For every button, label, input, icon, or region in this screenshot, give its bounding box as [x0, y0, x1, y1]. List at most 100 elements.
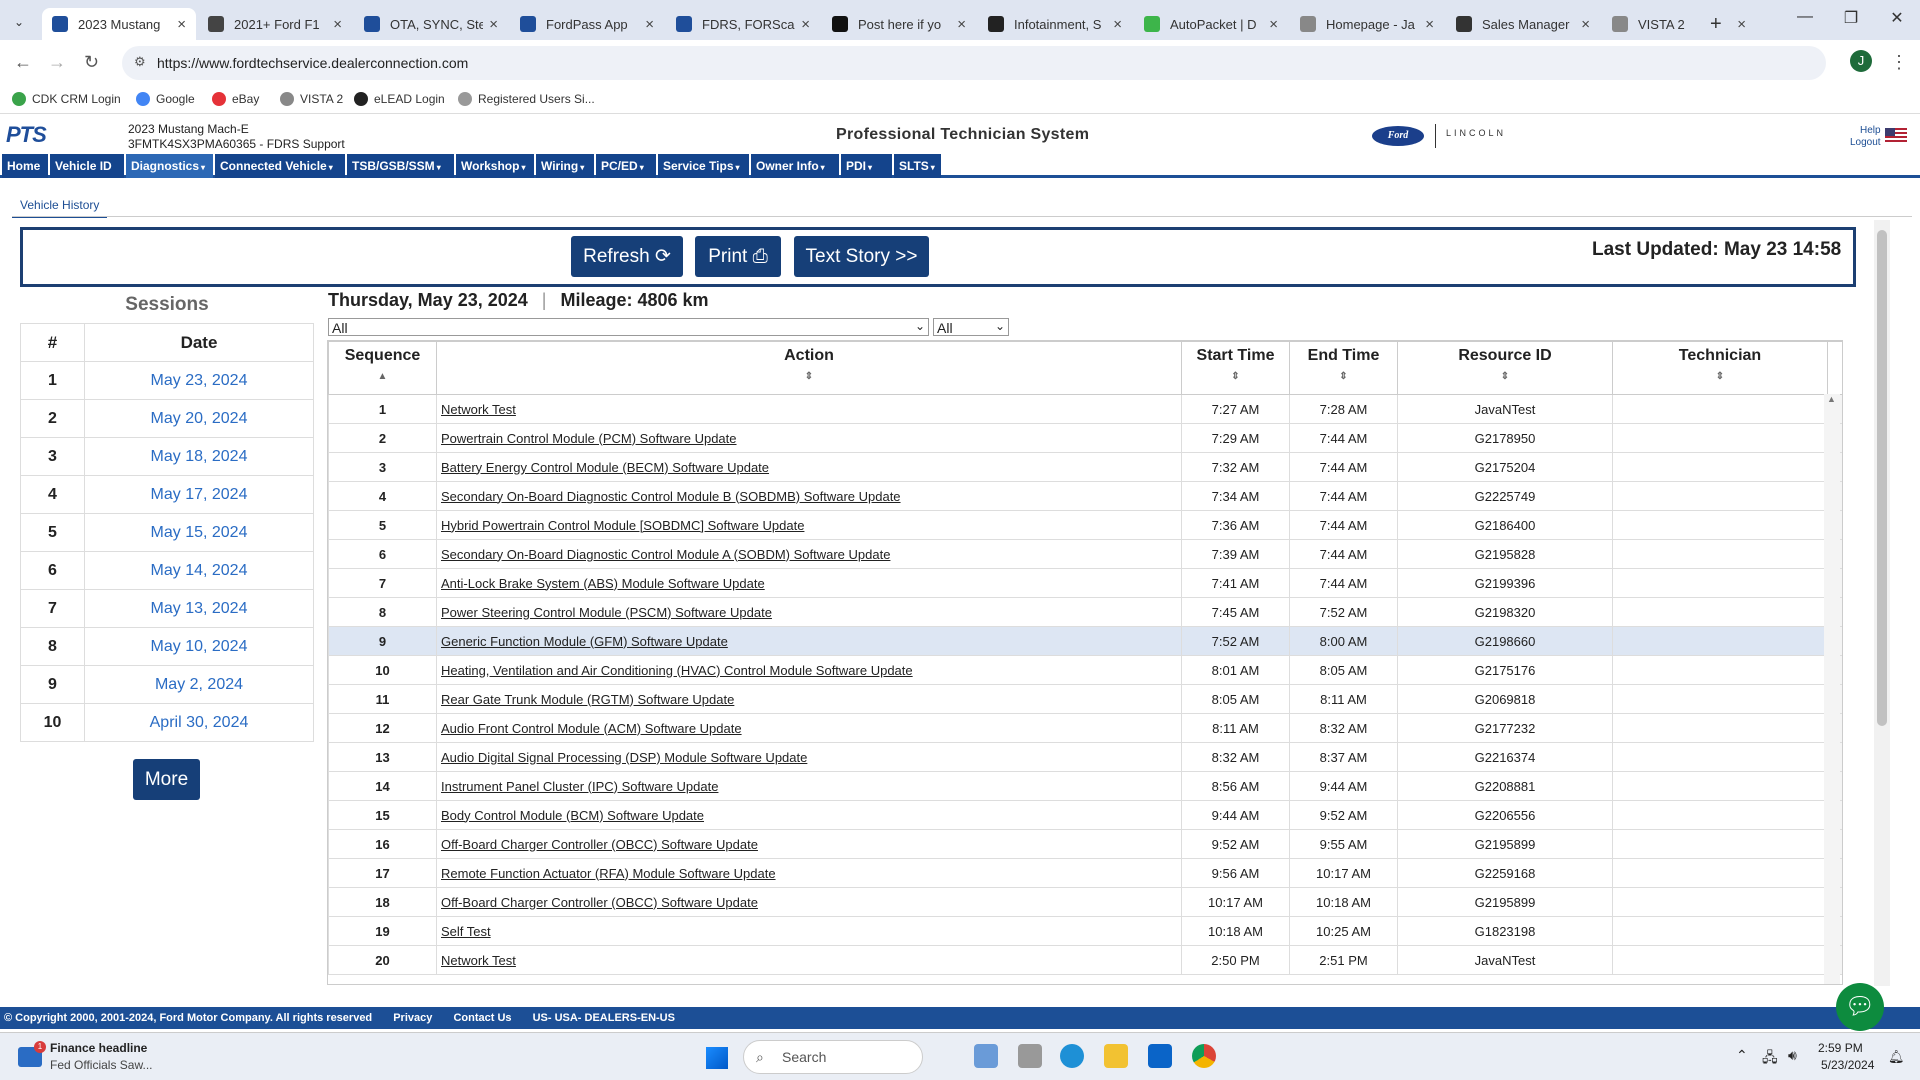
menu-icon[interactable]: ⋮	[1890, 52, 1908, 73]
table-row[interactable]: 20 Network Test 2:50 PM 2:51 PM JavaNTest	[328, 945, 1842, 975]
site-info-icon[interactable]: ⚙	[134, 54, 146, 70]
action-link[interactable]: Heating, Ventilation and Air Conditionin…	[441, 663, 913, 678]
action-link[interactable]: Body Control Module (BCM) Software Updat…	[441, 808, 704, 823]
bookmark-item[interactable]: eLEAD Login	[354, 92, 445, 106]
table-scrollbar[interactable]: ▲	[1824, 394, 1840, 984]
close-icon[interactable]: ×	[645, 16, 654, 33]
sort-icon[interactable]: ⇕	[1613, 371, 1827, 382]
session-date-link[interactable]: May 15, 2024	[84, 513, 314, 552]
session-date-link[interactable]: April 30, 2024	[84, 703, 314, 742]
windows-start-icon[interactable]	[706, 1047, 728, 1069]
table-row[interactable]: 9 Generic Function Module (GFM) Software …	[328, 626, 1842, 656]
table-row[interactable]: 3 Battery Energy Control Module (BECM) So…	[328, 452, 1842, 482]
session-date-link[interactable]: May 18, 2024	[84, 437, 314, 476]
nav-item-slts[interactable]: SLTS ▾	[894, 154, 941, 178]
help-link[interactable]: Help	[1850, 125, 1881, 137]
chat-icon[interactable]: 💬︎	[1836, 983, 1884, 1031]
nav-item-wiring[interactable]: Wiring ▾	[536, 154, 594, 178]
nav-item-home[interactable]: Home	[2, 154, 48, 178]
session-row[interactable]: 6 May 14, 2024	[20, 551, 314, 590]
bookmark-item[interactable]: Registered Users Si...	[458, 92, 595, 106]
table-row[interactable]: 8 Power Steering Control Module (PSCM) So…	[328, 597, 1842, 627]
clock-date[interactable]: 5/23/2024	[1821, 1058, 1874, 1072]
logout-link[interactable]: Logout	[1850, 137, 1881, 149]
page-scrollbar-thumb[interactable]	[1877, 230, 1887, 726]
action-link[interactable]: Secondary On-Board Diagnostic Control Mo…	[441, 547, 890, 562]
action-link[interactable]: Network Test	[441, 402, 516, 417]
col-technician[interactable]: Technician ⇕	[1612, 341, 1828, 395]
action-link[interactable]: Off-Board Charger Controller (OBCC) Soft…	[441, 837, 758, 852]
col-end-time[interactable]: End Time ⇕	[1289, 341, 1398, 395]
nav-item-owner-info[interactable]: Owner Info ▾	[751, 154, 839, 178]
nav-item-workshop[interactable]: Workshop ▾	[456, 154, 534, 178]
browser-tab[interactable]: FDRS, FORScan ×	[666, 8, 820, 40]
action-filter-select[interactable]: All ⌄	[328, 318, 929, 336]
copilot-icon[interactable]	[974, 1044, 998, 1068]
notification-bell-icon[interactable]: 🔔︎	[1888, 1049, 1905, 1065]
volume-icon[interactable]: 🔊︎	[1788, 1047, 1797, 1064]
action-link[interactable]: Instrument Panel Cluster (IPC) Software …	[441, 779, 718, 794]
close-icon[interactable]: ×	[1113, 16, 1122, 33]
clock-time[interactable]: 2:59 PM	[1818, 1041, 1863, 1055]
us-flag-icon[interactable]	[1885, 128, 1907, 143]
browser-tab[interactable]: AutoPacket | D ×	[1134, 8, 1288, 40]
action-link[interactable]: Off-Board Charger Controller (OBCC) Soft…	[441, 895, 758, 910]
session-row[interactable]: 2 May 20, 2024	[20, 399, 314, 438]
browser-tab[interactable]: 2023 Mustang ×	[42, 8, 196, 40]
refresh-button[interactable]: Refresh ⟳	[571, 236, 683, 277]
url-text[interactable]: https://www.fordtechservice.dealerconnec…	[157, 55, 468, 71]
news-subtitle[interactable]: Fed Officials Saw...	[50, 1058, 153, 1072]
action-link[interactable]: Remote Function Actuator (RFA) Module So…	[441, 866, 776, 881]
table-row[interactable]: 13 Audio Digital Signal Processing (DSP) …	[328, 742, 1842, 772]
reload-icon[interactable]: ↻	[84, 52, 99, 73]
session-row[interactable]: 4 May 17, 2024	[20, 475, 314, 514]
nav-item-diagnostics[interactable]: Diagnostics ▾	[126, 154, 213, 178]
close-icon[interactable]: ×	[1581, 16, 1590, 33]
bookmark-item[interactable]: Google	[136, 92, 195, 106]
scroll-up-icon[interactable]: ▲	[1827, 394, 1836, 404]
session-row[interactable]: 5 May 15, 2024	[20, 513, 314, 552]
table-row[interactable]: 2 Powertrain Control Module (PCM) Softwar…	[328, 423, 1842, 453]
action-link[interactable]: Powertrain Control Module (PCM) Software…	[441, 431, 737, 446]
table-row[interactable]: 17 Remote Function Actuator (RFA) Module …	[328, 858, 1842, 888]
table-row[interactable]: 18 Off-Board Charger Controller (OBCC) So…	[328, 887, 1842, 917]
taskbar-search[interactable]: ⌕ Search	[743, 1040, 923, 1074]
session-date-link[interactable]: May 13, 2024	[84, 589, 314, 628]
close-icon[interactable]: ×	[1269, 16, 1278, 33]
nav-item-service-tips[interactable]: Service Tips ▾	[658, 154, 749, 178]
nav-item-tsb-gsb-ssm[interactable]: TSB/GSB/SSM ▾	[347, 154, 454, 178]
nav-item-vehicle-id[interactable]: Vehicle ID	[50, 154, 124, 178]
session-date-link[interactable]: May 17, 2024	[84, 475, 314, 514]
session-date-link[interactable]: May 2, 2024	[84, 665, 314, 704]
table-row[interactable]: 16 Off-Board Charger Controller (OBCC) So…	[328, 829, 1842, 859]
browser-tab[interactable]: 2021+ Ford F1 ×	[198, 8, 352, 40]
sort-icon[interactable]: ⇕	[1290, 371, 1397, 382]
action-link[interactable]: Secondary On-Board Diagnostic Control Mo…	[441, 489, 901, 504]
close-icon[interactable]: ×	[333, 16, 342, 33]
bookmark-item[interactable]: VISTA 2	[280, 92, 343, 106]
close-icon[interactable]: ×	[1425, 16, 1434, 33]
news-title[interactable]: Finance headline	[50, 1041, 147, 1055]
action-link[interactable]: Anti-Lock Brake System (ABS) Module Soft…	[441, 576, 765, 591]
bookmark-item[interactable]: eBay	[212, 92, 259, 106]
restore-button[interactable]: ❐	[1836, 8, 1866, 28]
chrome-icon[interactable]	[1192, 1044, 1216, 1068]
chevron-up-icon[interactable]: ⌃	[1736, 1047, 1748, 1064]
session-row[interactable]: 7 May 13, 2024	[20, 589, 314, 628]
address-bar[interactable]: ⚙ https://www.fordtechservice.dealerconn…	[122, 46, 1826, 80]
back-icon[interactable]: ←	[14, 52, 32, 73]
secondary-filter-select[interactable]: All ⌄	[933, 318, 1009, 336]
col-action[interactable]: Action ⇕	[436, 341, 1182, 395]
table-row[interactable]: 12 Audio Front Control Module (ACM) Softw…	[328, 713, 1842, 743]
sort-icon[interactable]: ⇕	[1182, 371, 1289, 382]
bookmark-item[interactable]: CDK CRM Login	[12, 92, 121, 106]
nav-item-pdi[interactable]: PDI ▾	[841, 154, 892, 178]
action-link[interactable]: Self Test	[441, 924, 491, 939]
file-explorer-icon[interactable]	[1104, 1044, 1128, 1068]
task-view-icon[interactable]	[1018, 1044, 1042, 1068]
session-date-link[interactable]: May 20, 2024	[84, 399, 314, 438]
window-close-button[interactable]: ✕	[1882, 8, 1912, 28]
sort-ascending-icon[interactable]: ▲	[329, 371, 436, 382]
network-icon[interactable]: 🖧︎	[1762, 1047, 1778, 1071]
nav-item-connected-vehicle[interactable]: Connected Vehicle ▾	[215, 154, 345, 178]
